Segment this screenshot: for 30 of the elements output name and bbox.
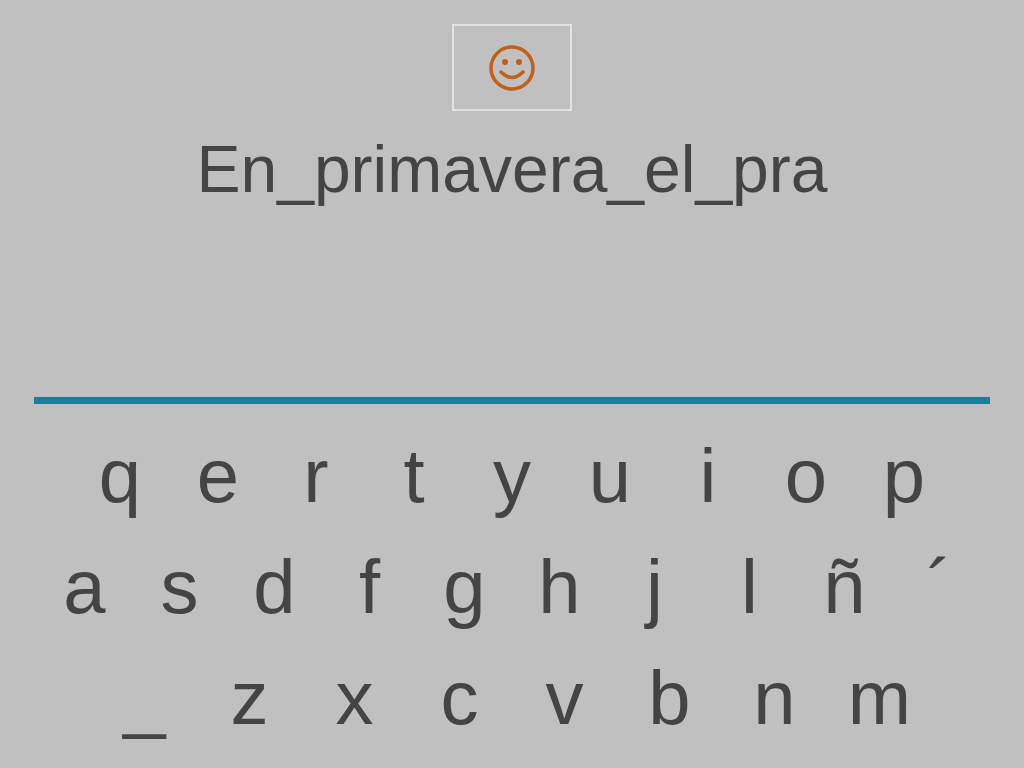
- keyboard-key[interactable]: l: [702, 541, 797, 632]
- keyboard-key[interactable]: m: [827, 652, 932, 743]
- keyboard-key[interactable]: a: [37, 541, 132, 632]
- keyboard-key[interactable]: s: [132, 541, 227, 632]
- smiley-icon: [487, 42, 537, 93]
- keyboard-key[interactable]: e: [169, 430, 267, 521]
- keyboard-key[interactable]: n: [722, 652, 827, 743]
- keyboard-key[interactable]: y: [463, 430, 561, 521]
- keyboard-key[interactable]: p: [855, 430, 953, 521]
- keyboard-key[interactable]: d: [227, 541, 322, 632]
- keyboard-key[interactable]: b: [617, 652, 722, 743]
- keyboard-key[interactable]: x: [302, 652, 407, 743]
- keyboard-key[interactable]: f: [322, 541, 417, 632]
- keyboard-key[interactable]: t: [365, 430, 463, 521]
- keyboard-key[interactable]: h: [512, 541, 607, 632]
- keyboard-key[interactable]: ´: [892, 541, 987, 632]
- keyboard-key[interactable]: i: [659, 430, 757, 521]
- keyboard-key[interactable]: j: [607, 541, 702, 632]
- smiley-button[interactable]: [452, 24, 572, 111]
- keyboard-key[interactable]: q: [71, 430, 169, 521]
- keyboard-key[interactable]: z: [197, 652, 302, 743]
- keyboard-key[interactable]: ñ: [797, 541, 892, 632]
- keyboard-key[interactable]: g: [417, 541, 512, 632]
- keyboard-key[interactable]: c: [407, 652, 512, 743]
- keyboard-key[interactable]: _: [92, 652, 197, 743]
- typed-text: En_primavera_el_pra: [196, 131, 828, 207]
- keyboard-key[interactable]: u: [561, 430, 659, 521]
- keyboard-key[interactable]: v: [512, 652, 617, 743]
- keyboard-key[interactable]: r: [267, 430, 365, 521]
- keyboard-key[interactable]: o: [757, 430, 855, 521]
